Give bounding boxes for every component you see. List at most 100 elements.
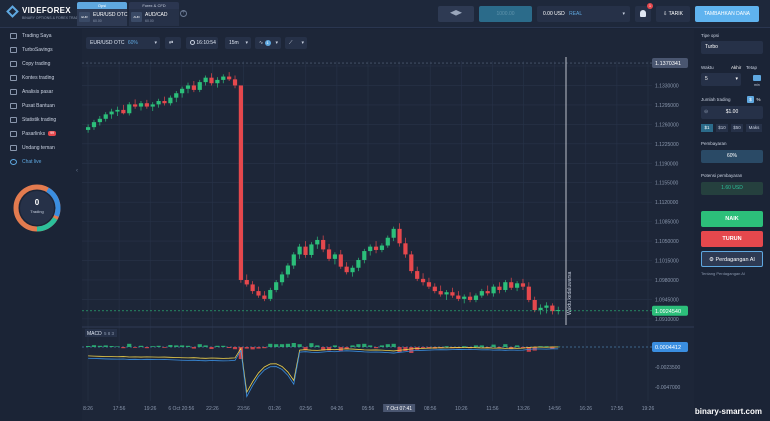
chart-area[interactable]: EUR/USD OTC 60% ▾ ⇄ 16:10:54 15m ▾ ∿ 1 ▾ xyxy=(82,29,694,421)
macd-histogram-bar xyxy=(274,344,279,347)
candle xyxy=(485,291,490,294)
time-mode-tetap[interactable]: Tetap xyxy=(746,65,757,70)
time-label: Waktu xyxy=(701,65,714,70)
minus-icon[interactable]: ⊖ xyxy=(704,106,708,119)
account-type: REAL xyxy=(569,11,583,17)
amount-value: $1.00 xyxy=(725,109,739,115)
macd-histogram-bar xyxy=(115,346,120,347)
candle xyxy=(526,286,531,300)
option-type-select[interactable]: Turbo xyxy=(701,41,763,54)
collapse-sidebar-icon[interactable]: ‹ xyxy=(76,168,81,178)
preset-1[interactable]: $1 xyxy=(701,124,713,132)
candle xyxy=(326,249,332,259)
x-tick-label: 6 Oct 20:56 xyxy=(168,406,194,412)
up-button[interactable]: NAIK xyxy=(701,211,763,227)
macd-histogram-bar xyxy=(409,347,414,353)
x-tick-label: 19:26 xyxy=(642,406,655,412)
y-tick-label: 1.0945000 xyxy=(655,297,679,303)
sidebar-item-undang[interactable]: Undang teman xyxy=(10,142,76,154)
expiry-label: Waktu kedaluwarsa xyxy=(567,271,573,315)
candle xyxy=(356,259,361,268)
amount-input[interactable]: ⊖ $1.00 xyxy=(701,106,763,119)
macd-histogram-bar xyxy=(150,346,155,347)
macd-histogram-bar xyxy=(91,345,97,347)
ai-trading-button[interactable]: ⚙ Perdagangan AI xyxy=(701,251,763,267)
balance-selector[interactable]: 0.00 USD REAL ▾ xyxy=(537,6,630,22)
candle xyxy=(197,82,202,90)
sidebar: Trading Saya TurboSavings Copy trading K… xyxy=(0,28,78,421)
amount-mode-dollar[interactable]: $ xyxy=(747,96,754,103)
candle xyxy=(456,295,461,299)
macd-histogram-bar xyxy=(97,345,102,347)
sidebar-item-bantuan[interactable]: Pusat Bantuan xyxy=(10,100,76,112)
x-tick-label: 02:56 xyxy=(300,406,313,412)
notification-badge: 1 xyxy=(647,3,653,9)
candle xyxy=(86,127,91,130)
candle xyxy=(315,239,320,245)
macd-histogram-bar xyxy=(127,343,132,347)
time-select[interactable]: 5 ▾ xyxy=(701,73,741,86)
candle xyxy=(503,282,508,290)
sidebar-item-label: Pusat Bantuan xyxy=(22,103,55,109)
candle xyxy=(162,101,167,104)
asset-tab-eurusd[interactable]: Opsi EUR EUR/USD OTC 60.00 xyxy=(77,2,127,26)
asset-tab-header: Forex & CFD xyxy=(129,2,179,9)
candle xyxy=(391,228,396,238)
preset-50[interactable]: $50 xyxy=(731,124,743,132)
trading-donut[interactable]: 0 Trading xyxy=(12,183,62,233)
asset-tab-audcad[interactable]: Forex & CFD AUD AUD/CAD 60.00 xyxy=(129,2,179,26)
preset-10[interactable]: $10 xyxy=(716,124,728,132)
sidebar-item-statistik[interactable]: Statistik trading xyxy=(10,114,76,126)
deposit-button[interactable]: TAMBAHKAN DANA xyxy=(695,6,759,22)
macd-signal-line xyxy=(88,346,559,394)
x-tick-label: 22:26 xyxy=(206,406,219,412)
macd-histogram-bar xyxy=(144,347,149,349)
macd-histogram-bar xyxy=(356,344,361,347)
candle xyxy=(150,104,155,107)
ai-about-link[interactable]: Tentang Perdagangan AI xyxy=(701,271,763,276)
sidebar-item-pasarlinks[interactable]: Pasarlinks 99 xyxy=(10,128,76,140)
time-toggle[interactable] xyxy=(753,75,761,81)
candle xyxy=(138,103,144,107)
price-chart[interactable]: 1.13650001.13300001.12950001.12600001.12… xyxy=(82,29,694,421)
candle xyxy=(97,118,102,123)
chevron-down-icon: ▾ xyxy=(622,11,625,17)
y-tick-label: 1.1260000 xyxy=(655,122,679,128)
sidebar-item-chat-live[interactable]: Chat live xyxy=(10,156,76,168)
candle xyxy=(109,111,114,115)
macd-histogram-bar xyxy=(138,345,144,347)
chevron-down-icon: ▾ xyxy=(735,76,738,82)
macd-histogram-bar xyxy=(250,347,255,350)
profile-button[interactable]: 1 xyxy=(635,3,653,22)
watermark: binary-smart.com xyxy=(694,407,762,416)
ai-icon: ⚙ xyxy=(709,257,714,263)
academy-button[interactable] xyxy=(438,6,474,22)
piggy-bank-icon xyxy=(10,46,17,53)
sidebar-item-trading-saya[interactable]: Trading Saya xyxy=(10,30,76,42)
logo[interactable]: VIDEFOREX BINARY OPTIONS & FOREX TRADING xyxy=(6,5,85,22)
add-asset-tab-button[interactable]: + xyxy=(180,10,187,17)
sidebar-item-kontes[interactable]: Kontes trading xyxy=(10,72,76,84)
trading-count: 0 xyxy=(34,198,40,207)
y-tick-label: 1.1225000 xyxy=(655,142,679,148)
preset-max[interactable]: Maks xyxy=(746,124,762,132)
macd-histogram-bar xyxy=(491,344,496,347)
candle xyxy=(180,88,185,94)
user-icon xyxy=(640,10,646,17)
candle xyxy=(209,77,214,84)
down-button[interactable]: TURUN xyxy=(701,231,763,247)
candle xyxy=(191,85,196,90)
demo-balance-field[interactable]: 1000.00 xyxy=(479,6,532,22)
macd-histogram-bar xyxy=(109,346,114,347)
sidebar-item-turbosavings[interactable]: TurboSavings xyxy=(10,44,76,56)
sidebar-item-analisis[interactable]: Analisis pasar xyxy=(10,86,76,98)
time-mode-akhir[interactable]: Akhir xyxy=(731,65,741,70)
candle xyxy=(450,292,455,296)
macd-histogram-bar xyxy=(473,345,479,347)
candle xyxy=(303,246,308,255)
macd-histogram-bar xyxy=(197,344,202,347)
withdraw-button[interactable]: ⇩ TARIK xyxy=(656,6,690,22)
sidebar-item-copy-trading[interactable]: Copy trading xyxy=(10,58,76,70)
amount-mode-percent[interactable]: % xyxy=(755,96,762,103)
macd-histogram-bar xyxy=(444,346,449,347)
